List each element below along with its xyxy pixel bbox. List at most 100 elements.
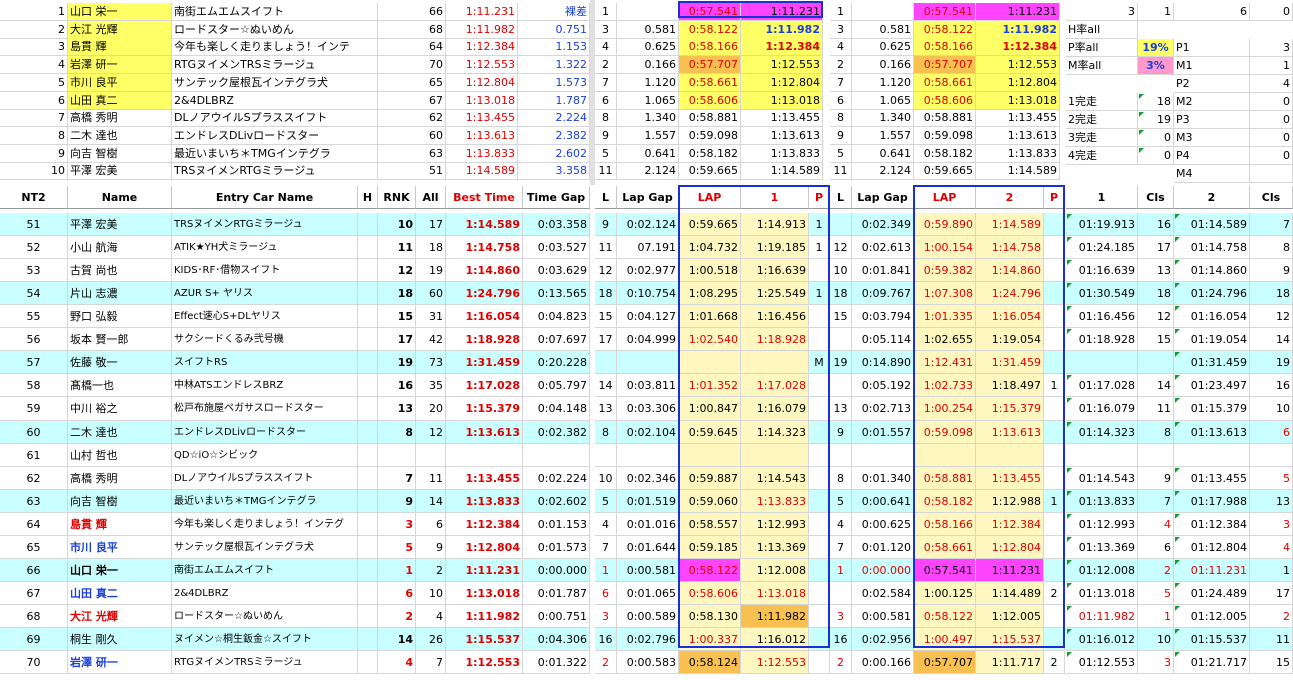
session1-time[interactable]: 01:16.456 [1066,305,1138,328]
best-time[interactable]: 1:12.553 [446,651,523,674]
session1-class[interactable]: 8 [1138,421,1174,444]
pit-2[interactable]: 2 [1044,582,1065,605]
lap-time-2[interactable]: 0:57.707 [914,651,976,674]
rank[interactable]: 10 [378,213,416,236]
driver-name[interactable]: 野口 弘毅 [68,305,172,328]
session1-time[interactable]: 01:12.553 [1066,651,1138,674]
session2-class[interactable]: 15 [1250,651,1293,674]
lap-gap-2[interactable]: 0:00.641 [852,490,914,513]
car-number[interactable]: 51 [378,162,446,180]
lap-gap[interactable]: 0.641 [617,145,679,163]
time-gap[interactable]: 0:07.697 [523,328,590,351]
all-rank[interactable]: 2 [416,559,446,582]
session2-time[interactable]: 01:11.231 [1174,559,1250,582]
lap-time-1[interactable]: 0:58.124 [679,651,741,674]
row-number[interactable]: 59 [0,397,68,421]
driver-name[interactable]: 山田 真二 [68,92,172,110]
time-gap[interactable]: 2.224 [518,109,590,127]
lap-time[interactable]: 0:59.665 [914,162,976,180]
lap-gap-2[interactable]: 0:01.841 [852,259,914,282]
total-time-1[interactable]: 1:13.018 [741,582,809,605]
stat-value[interactable]: 6 [1174,3,1250,21]
car-name[interactable]: 中林ATSエンドレスBRZ [172,374,358,397]
session2-time[interactable]: 01:21.717 [1174,651,1250,674]
session1-time[interactable] [1066,444,1138,467]
lap-gap-2[interactable]: 0:00.581 [852,605,914,628]
all-rank[interactable]: 11 [416,467,446,490]
lap-time-2[interactable]: 0:58.661 [914,536,976,559]
session1-time[interactable]: 01:12.008 [1066,559,1138,582]
session2-class[interactable]: 17 [1250,582,1293,605]
lap-gap[interactable]: 1.065 [617,92,679,110]
session2-time[interactable]: 01:23.497 [1174,374,1250,397]
row-number[interactable]: 67 [0,582,68,605]
session2-class[interactable]: 1 [1250,559,1293,582]
best-lap[interactable]: 1:12.384 [741,38,823,56]
car-number[interactable]: 67 [378,92,446,110]
pit-2[interactable] [1044,259,1065,282]
session2-time[interactable]: 01:15.379 [1174,397,1250,421]
header-cls1[interactable]: Cls [1138,186,1174,209]
best-time[interactable]: 1:11.982 [446,21,518,39]
total-time-1[interactable]: 1:18.928 [741,328,809,351]
all-rank[interactable]: 17 [416,213,446,236]
lap-time-2[interactable]: 0:58.881 [914,467,976,490]
session2-class[interactable]: 11 [1250,628,1293,651]
lap-number[interactable]: 1 [830,3,852,21]
car-name[interactable]: 今年も楽しく走りましょう！インテグ [172,513,358,536]
total-time-1[interactable] [741,351,809,374]
header-nt2[interactable]: NT2 [0,186,68,209]
rank-number[interactable]: 2 [0,21,68,39]
pit-1[interactable]: M [809,351,830,374]
time-gap[interactable] [523,444,590,467]
all-rank[interactable]: 26 [416,628,446,651]
lap-count-1[interactable]: 8 [595,421,617,444]
lap-gap-2[interactable]: 0:00.000 [852,559,914,582]
total-time-2[interactable]: 1:12.804 [976,536,1044,559]
pit-1[interactable]: 1 [809,213,830,236]
driver-name[interactable]: 片山 志濃 [68,282,172,305]
lap-number[interactable]: 4 [830,38,852,56]
session2-class[interactable]: 18 [1250,282,1293,305]
lap-time-2[interactable]: 1:12.431 [914,351,976,374]
session1-class[interactable]: 17 [1138,236,1174,259]
row-number[interactable]: 53 [0,259,68,282]
total-time-2[interactable]: 1:11.717 [976,651,1044,674]
header-car-name[interactable]: Entry Car Name [172,186,358,209]
session1-time[interactable]: 01:18.928 [1066,328,1138,351]
session2-class[interactable]: 13 [1250,490,1293,513]
lap-time-2[interactable]: 0:58.166 [914,513,976,536]
time-gap[interactable]: 2.382 [518,127,590,145]
best-time[interactable]: 1:18.928 [446,328,523,351]
time-gap[interactable]: 3.358 [518,162,590,180]
session2-class[interactable]: 2 [1250,605,1293,628]
lap-count-1[interactable]: 17 [595,328,617,351]
car-name[interactable]: 2&4DLBRZ [172,582,358,605]
time-gap[interactable]: 1.787 [518,92,590,110]
lap-time[interactable]: 0:58.122 [914,21,976,39]
lap-gap[interactable]: 2.124 [852,162,914,180]
total-time-2[interactable]: 1:11.231 [976,559,1044,582]
lap-gap-1[interactable]: 0:02.104 [617,421,679,444]
pit-2[interactable] [1044,397,1065,421]
lap-time-1[interactable]: 0:58.557 [679,513,741,536]
pit-1[interactable] [809,467,830,490]
lap-number[interactable]: 5 [830,145,852,163]
pit-1[interactable] [809,328,830,351]
total-time-2[interactable]: 1:24.796 [976,282,1044,305]
total-time-2[interactable]: 1:12.988 [976,490,1044,513]
pit-1[interactable] [809,513,830,536]
best-lap[interactable]: 1:11.982 [741,21,823,39]
best-lap[interactable]: 1:13.018 [741,92,823,110]
lap-time-2[interactable]: 0:59.382 [914,259,976,282]
lap-time[interactable]: 0:59.665 [679,162,741,180]
lap-gap[interactable]: 0.625 [852,38,914,56]
driver-name[interactable]: 桐生 剛久 [68,628,172,651]
lap-time-2[interactable]: 0:59.098 [914,421,976,444]
h-flag[interactable] [358,490,378,513]
header-p2[interactable]: P [1044,186,1065,209]
lap-number[interactable]: 6 [830,92,852,110]
best-time[interactable]: 1:14.589 [446,162,518,180]
header-cls2[interactable]: Cls [1250,186,1293,209]
rank-number[interactable]: 1 [0,3,68,21]
